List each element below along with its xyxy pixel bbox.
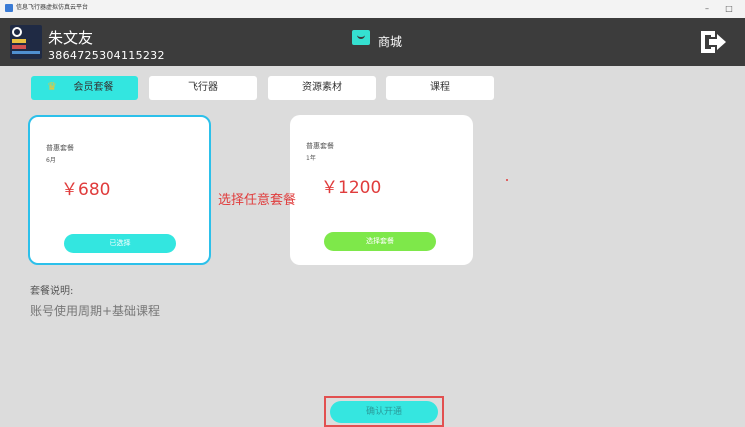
select-package-button[interactable]: 选择套餐	[324, 232, 436, 251]
platform-logo	[10, 25, 42, 59]
tab-courses[interactable]: 课程	[386, 76, 494, 100]
confirm-button[interactable]: 确认开通	[330, 401, 438, 423]
tab-label: 飞行器	[188, 82, 218, 93]
app-header: 朱文友 3864725304115232	[0, 18, 745, 66]
logout-icon[interactable]	[698, 27, 728, 57]
package-name: 普惠套餐	[306, 142, 334, 150]
description-text: 账号使用周期+基础课程	[30, 304, 161, 318]
minimize-button[interactable]: –	[700, 2, 714, 15]
tab-membership[interactable]: ♛ 会员套餐	[31, 76, 138, 100]
package-duration: 1年	[306, 155, 316, 162]
package-duration: 6月	[46, 157, 56, 164]
package-price: ￥1200	[321, 178, 382, 198]
tab-resources[interactable]: 资源素材	[268, 76, 376, 100]
tab-label: 课程	[430, 82, 450, 93]
window-titlebar: 信息飞行器虚拟仿真云平台 – □	[0, 0, 745, 19]
crown-icon: ♛	[47, 80, 57, 93]
section-title: 商城	[378, 35, 403, 49]
selected-button[interactable]: 已选择	[64, 234, 176, 253]
window-title: 信息飞行器虚拟仿真云平台	[16, 4, 89, 11]
package-price: ￥680	[61, 180, 111, 200]
app-icon	[5, 4, 13, 12]
tab-label: 会员套餐	[73, 82, 114, 93]
marker-dot	[506, 179, 508, 181]
select-hint: 选择任意套餐	[218, 193, 297, 208]
shopping-bag-icon	[352, 30, 370, 45]
confirm-highlight: 确认开通	[324, 396, 444, 427]
description-title: 套餐说明:	[30, 286, 74, 297]
user-name: 朱文友	[48, 29, 94, 47]
user-id: 3864725304115232	[48, 49, 165, 62]
package-card-6-month[interactable]: 普惠套餐 6月 ￥680 已选择	[28, 115, 211, 265]
package-name: 普惠套餐	[46, 144, 74, 152]
tab-label: 资源素材	[302, 82, 342, 93]
maximize-button[interactable]: □	[722, 2, 736, 15]
package-card-1-year[interactable]: 普惠套餐 1年 ￥1200 选择套餐	[290, 115, 473, 265]
tab-aircraft[interactable]: 飞行器	[149, 76, 257, 100]
